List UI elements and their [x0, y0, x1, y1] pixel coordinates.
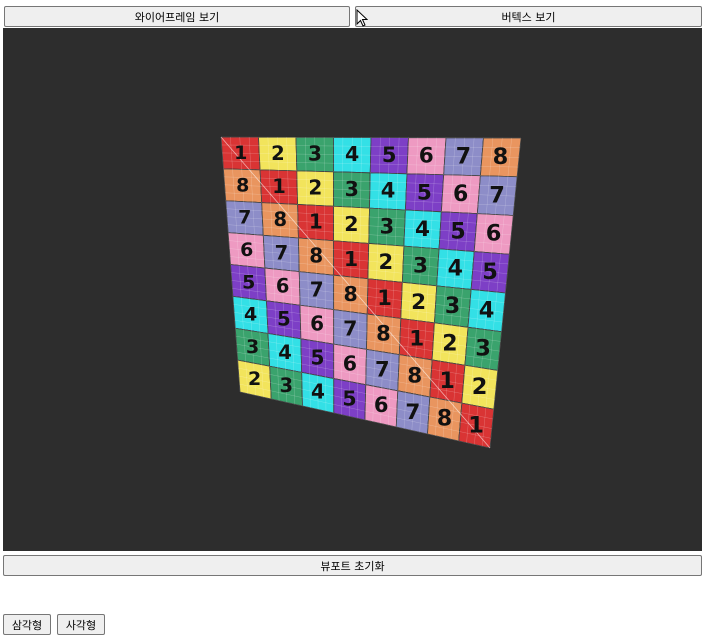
cell-number: 7	[310, 278, 324, 302]
wireframe-view-button[interactable]: 와이어프레임 보기	[4, 6, 350, 27]
cell-number: 2	[248, 368, 261, 390]
cell-number: 2	[271, 142, 285, 165]
cell-number: 4	[278, 341, 292, 364]
cell-number: 8	[236, 174, 249, 196]
cell-number: 2	[378, 250, 393, 274]
cell-number: 8	[309, 244, 323, 268]
cell-number: 7	[489, 182, 505, 208]
cell-number: 6	[419, 144, 434, 169]
cell-number: 2	[344, 212, 358, 236]
cell-number: 3	[308, 142, 322, 166]
cell-number: 8	[273, 208, 287, 231]
cell-number: 3	[380, 214, 395, 238]
cell-number: 4	[311, 380, 325, 404]
cell-number: 5	[242, 271, 255, 293]
cell-number: 5	[450, 219, 465, 244]
reset-viewport-button[interactable]: 뷰포트 초기화	[3, 555, 702, 576]
cell-number: 4	[479, 297, 495, 323]
cell-number: 5	[382, 143, 397, 167]
cell-number: 2	[472, 374, 488, 400]
cell-number: 5	[277, 308, 291, 331]
cell-number: 6	[310, 312, 324, 336]
vertex-view-button[interactable]: 버텍스 보기	[355, 6, 702, 27]
cell-number: 6	[343, 352, 357, 376]
cell-number: 5	[482, 259, 498, 285]
cell-number: 6	[276, 274, 290, 297]
cell-number: 1	[234, 142, 247, 164]
cell-number: 7	[275, 241, 289, 264]
cell-number: 7	[456, 144, 471, 169]
cell-number: 6	[453, 182, 468, 207]
cell-number: 3	[475, 336, 491, 362]
cell-number: 3	[279, 374, 293, 397]
cell-number: 5	[342, 386, 356, 410]
cell-number: 4	[448, 257, 463, 282]
cell-number: 3	[413, 253, 428, 278]
cell-number: 6	[240, 239, 253, 261]
cell-number: 6	[374, 393, 389, 417]
cell-number: 2	[308, 176, 322, 200]
cell-number: 3	[445, 294, 460, 319]
cell-number: 2	[411, 290, 426, 315]
rectangle-button[interactable]: 사각형	[57, 614, 105, 635]
cell-number: 3	[345, 177, 359, 201]
cell-number: 1	[409, 327, 424, 352]
cell-number: 1	[377, 286, 392, 310]
cell-number: 8	[344, 282, 358, 306]
cell-number: 7	[238, 207, 251, 229]
cell-number: 8	[407, 363, 422, 388]
cell-number: 4	[415, 217, 430, 242]
triangle-button[interactable]: 삼각형	[3, 614, 51, 635]
cell-number: 1	[309, 210, 323, 234]
cell-number: 2	[442, 332, 457, 357]
cell-number: 8	[437, 407, 452, 432]
cell-number: 1	[468, 412, 484, 438]
cell-number: 1	[344, 247, 358, 271]
mouse-cursor-icon	[356, 9, 368, 27]
cell-number: 4	[345, 142, 359, 166]
cell-number: 6	[486, 221, 502, 247]
cell-number: 7	[375, 357, 390, 381]
textured-plane: 1 2 3 4 5 6 7 88 1 2 3 4 5 6 77 8 1 2 3 4 5 66 7 8 1 2 3 4 55 6 7 8 1 2 3 4…	[220, 136, 522, 449]
cell-number: 5	[311, 346, 325, 370]
cell-number: 4	[244, 304, 257, 326]
cell-number: 7	[343, 317, 357, 341]
cell-number: 8	[376, 322, 391, 346]
cell-number: 1	[440, 369, 455, 394]
cell-number: 3	[246, 336, 259, 358]
cell-number: 1	[272, 175, 286, 198]
cell-number: 4	[381, 179, 396, 203]
cell-number: 7	[405, 400, 420, 425]
3d-viewport[interactable]: 1234567881234567781234566781234556781234…	[3, 28, 702, 551]
cell-number: 5	[417, 180, 432, 205]
cell-number: 8	[493, 144, 509, 170]
